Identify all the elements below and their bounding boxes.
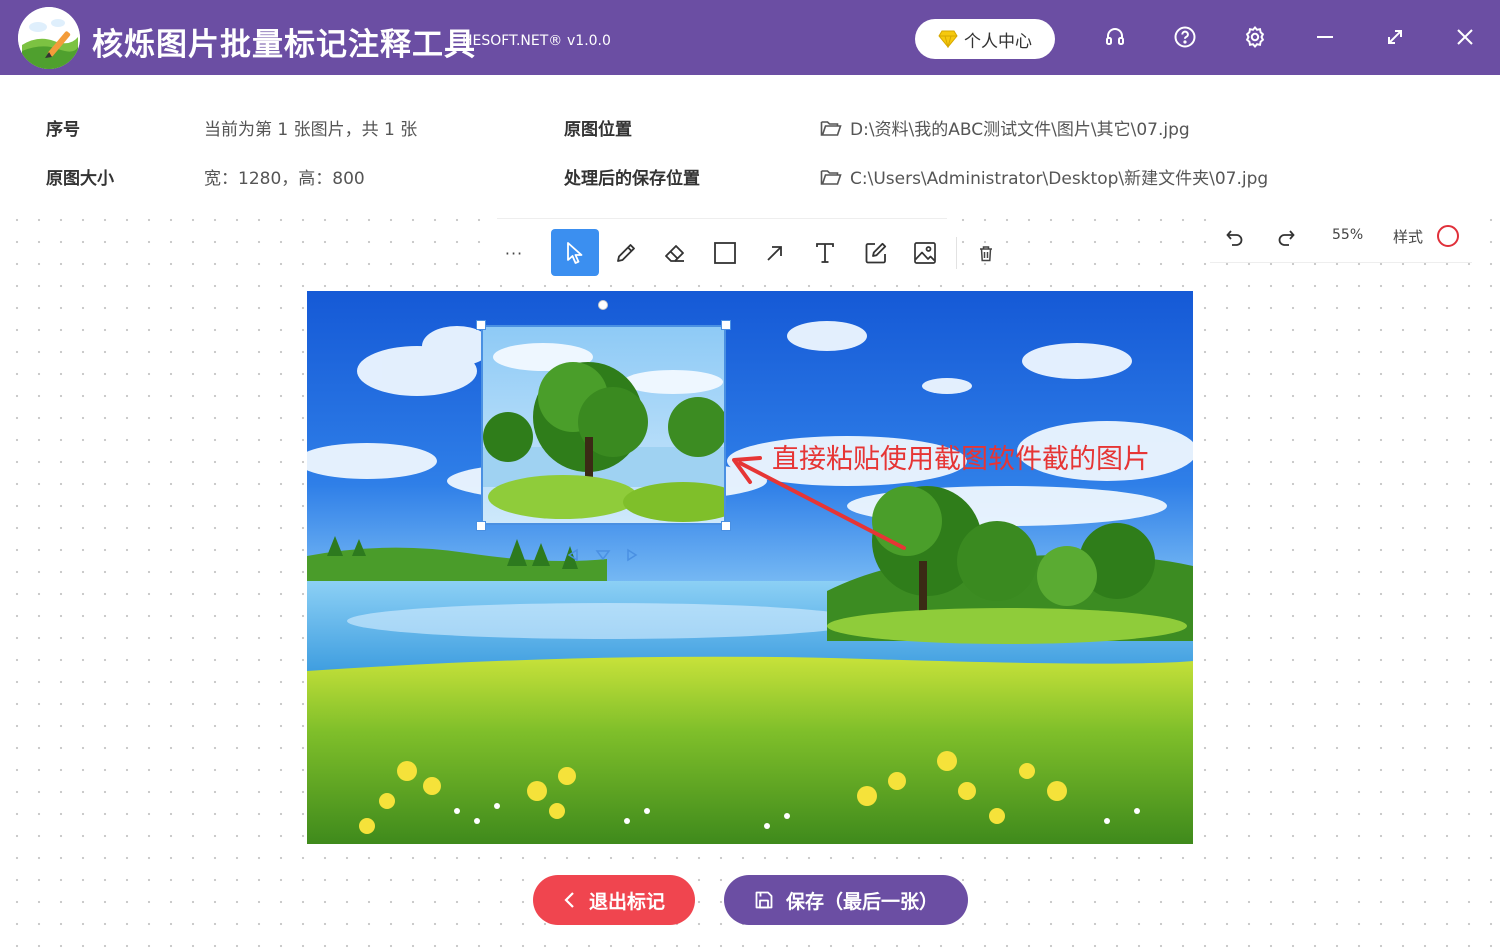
image-tool[interactable] <box>902 230 948 276</box>
pasted-image[interactable] <box>481 325 726 525</box>
folder-icon <box>820 120 842 136</box>
app-title: 核烁图片批量标记注释工具 <box>92 27 476 63</box>
settings-icon[interactable] <box>1240 22 1270 52</box>
zoom-level[interactable]: 55% <box>1332 227 1363 243</box>
rectangle-tool[interactable] <box>702 230 748 276</box>
image-icon <box>914 242 936 264</box>
resize-handle-top-left[interactable] <box>476 320 486 330</box>
trash-icon <box>980 245 992 261</box>
minimize-icon[interactable] <box>1310 22 1340 52</box>
style-label: 样式 <box>1393 228 1424 246</box>
size-value: 宽：1280，高：800 <box>204 169 365 189</box>
redo-icon[interactable] <box>1275 226 1299 250</box>
source-path-label: 原图位置 <box>564 120 632 140</box>
exit-button-label: 退出标记 <box>588 890 665 913</box>
resize-handle-top-right[interactable] <box>721 320 731 330</box>
save-path-text: C:\Users\Administrator\Desktop\新建文件夹\07.… <box>850 169 1269 189</box>
arrow-icon <box>767 246 782 261</box>
app-logo <box>18 7 80 69</box>
version-label: v1.0.0 <box>567 33 611 49</box>
main-image[interactable] <box>307 291 1193 844</box>
more-icon: ··· <box>504 243 524 263</box>
user-center-label: 个人中心 <box>964 31 1032 52</box>
rectangle-icon <box>714 242 736 264</box>
close-icon[interactable] <box>1450 22 1480 52</box>
chevron-left-icon <box>564 892 574 908</box>
save-icon <box>755 891 773 909</box>
headset-icon[interactable] <box>1100 22 1130 52</box>
style-color-picker[interactable] <box>1437 225 1459 247</box>
exit-annotation-button[interactable]: 退出标记 <box>533 875 695 925</box>
undo-icon[interactable] <box>1224 226 1248 250</box>
size-label: 原图大小 <box>46 169 114 189</box>
maximize-icon[interactable] <box>1380 22 1410 52</box>
toolbar-divider <box>956 237 957 269</box>
text-tool[interactable] <box>802 230 848 276</box>
arrow-tool[interactable] <box>752 230 798 276</box>
edit-icon <box>865 242 887 264</box>
eraser-icon <box>665 245 684 262</box>
rotate-handle[interactable] <box>598 300 608 310</box>
save-path[interactable]: C:\Users\Administrator\Desktop\新建文件夹\07.… <box>820 164 1268 189</box>
save-button-label: 保存（最后一张） <box>785 890 938 913</box>
history-panel: 55% 样式 <box>1210 205 1472 263</box>
cursor-icon <box>567 241 583 264</box>
save-path-label: 处理后的保存位置 <box>564 169 700 189</box>
annotation-toolbar: ··· <box>497 218 992 284</box>
user-center-button[interactable]: 个人中心 <box>915 19 1055 59</box>
help-icon[interactable] <box>1170 22 1200 52</box>
save-button[interactable]: 保存（最后一张） <box>724 875 968 925</box>
folder-icon <box>820 169 842 185</box>
eraser-tool[interactable] <box>652 230 698 276</box>
edit-tool[interactable] <box>853 230 899 276</box>
source-path-text: D:\资料\我的ABC测试文件\图片\其它\07.jpg <box>850 120 1190 140</box>
pen-tool[interactable] <box>603 230 649 276</box>
annotation-text[interactable]: 直接粘贴使用截图软件截的图片 <box>772 437 1150 476</box>
pen-icon <box>617 244 635 262</box>
delete-tool[interactable] <box>963 230 1009 276</box>
position-arrows[interactable] <box>566 547 642 563</box>
brand-label: HESOFT.NET® <box>462 33 563 49</box>
source-path[interactable]: D:\资料\我的ABC测试文件\图片\其它\07.jpg <box>820 115 1190 140</box>
resize-handle-bottom-left[interactable] <box>476 521 486 531</box>
index-value: 当前为第 1 张图片，共 1 张 <box>204 120 418 140</box>
diamond-icon <box>938 30 958 48</box>
more-tools-button[interactable]: ··· <box>491 230 537 276</box>
title-bar: 核烁图片批量标记注释工具 HESOFT.NET® v1.0.0 个人中心 <box>0 0 1500 75</box>
index-label: 序号 <box>46 120 80 140</box>
text-icon <box>816 243 834 263</box>
select-tool[interactable] <box>551 229 599 276</box>
